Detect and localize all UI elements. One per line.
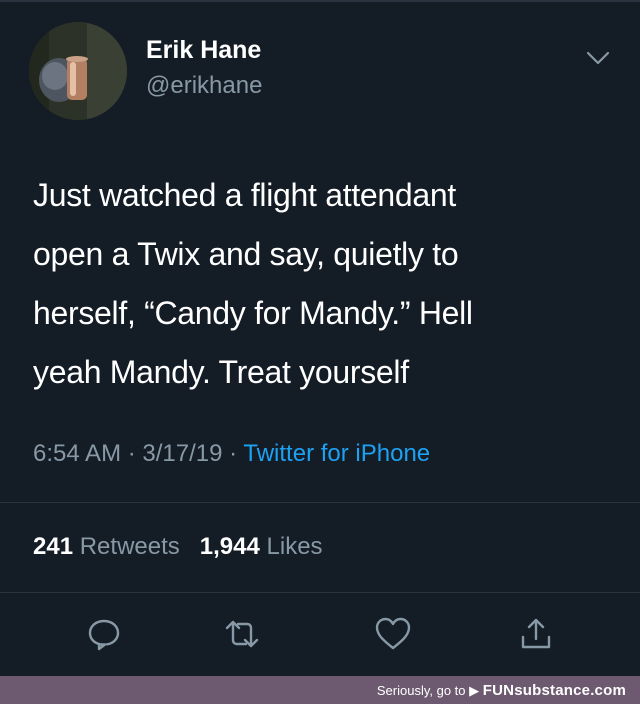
- share-icon[interactable]: [518, 616, 554, 652]
- user-handle[interactable]: @erikhane: [146, 72, 262, 100]
- tweet-card: Erik Hane @erikhane Just watched a fligh…: [0, 0, 640, 676]
- retweet-icon[interactable]: [224, 616, 260, 652]
- heart-icon[interactable]: [374, 616, 411, 652]
- retweets-label[interactable]: Retweets: [80, 533, 180, 560]
- tweet-stats: 241 Retweets 1,944 Likes: [33, 533, 323, 561]
- tweet-time[interactable]: 6:54 AM: [33, 440, 121, 467]
- meta-separator: ·: [229, 440, 238, 467]
- retweets-count[interactable]: 241: [33, 533, 73, 560]
- tweet-text-line: herself, “Candy for Mandy.” Hell: [33, 295, 473, 331]
- likes-label[interactable]: Likes: [267, 533, 323, 560]
- likes-count[interactable]: 1,944: [200, 533, 260, 560]
- tweet-meta: 6:54 AM · 3/17/19 · Twitter for iPhone: [33, 440, 430, 468]
- divider: [0, 502, 640, 503]
- top-divider: [0, 0, 640, 2]
- tweet-date[interactable]: 3/17/19: [142, 440, 222, 467]
- meta-separator: ·: [127, 440, 136, 467]
- watermark-text: Seriously, go to ▶ FUNsubstance.com: [377, 682, 626, 699]
- tweet-text: Just watched a flight attendant open a T…: [33, 166, 613, 402]
- chevron-down-icon[interactable]: [584, 44, 612, 72]
- display-name[interactable]: Erik Hane: [146, 36, 261, 65]
- divider: [0, 592, 640, 593]
- tweet-source-link[interactable]: Twitter for iPhone: [243, 440, 430, 467]
- tweet-text-line: yeah Mandy. Treat yourself: [33, 354, 409, 390]
- watermark-brand[interactable]: FUNsubstance.com: [483, 682, 626, 699]
- avatar-photo: [29, 22, 127, 120]
- avatar[interactable]: [29, 22, 127, 120]
- tweet-text-line: open a Twix and say, quietly to: [33, 236, 459, 272]
- reply-icon[interactable]: [86, 616, 122, 652]
- watermark-prefix: Seriously, go to: [376, 683, 466, 698]
- watermark-bar: Seriously, go to ▶ FUNsubstance.com: [0, 676, 640, 704]
- tweet-text-line: Just watched a flight attendant: [33, 177, 456, 213]
- watermark-arrow-icon: ▶: [469, 683, 480, 698]
